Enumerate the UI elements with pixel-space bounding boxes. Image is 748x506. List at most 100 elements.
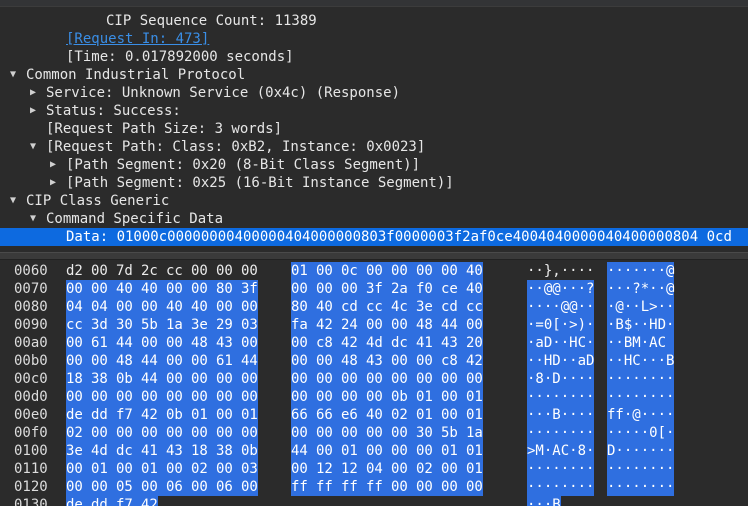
tree-row[interactable]: ▶ Service: Unknown Service (0x4c) (Respon… — [0, 84, 748, 102]
hex-byte[interactable]: 3f — [366, 280, 383, 298]
hex-byte[interactable]: 00 — [341, 424, 358, 442]
ascii-column[interactable]: ··HC···B — [607, 352, 675, 370]
ascii-column[interactable]: ··@@···? — [527, 280, 595, 298]
hex-byte[interactable]: 00 — [141, 388, 158, 406]
expand-down-icon[interactable]: ▼ — [28, 138, 38, 156]
hex-byte[interactable]: de — [66, 496, 83, 506]
hex-byte[interactable]: de — [66, 406, 83, 424]
tree-row[interactable]: [Request Path Size: 3 words] — [0, 120, 748, 138]
hex-byte[interactable]: 3d — [91, 316, 108, 334]
hex-byte[interactable]: 00 — [241, 478, 258, 496]
hex-byte[interactable]: 01 — [291, 262, 308, 280]
tree-row[interactable]: ▼ Command Specific Data — [0, 210, 748, 228]
hex-byte[interactable]: 00 — [391, 370, 408, 388]
hex-byte[interactable]: 00 — [216, 460, 233, 478]
hex-byte[interactable]: 12 — [341, 460, 358, 478]
hex-byte[interactable]: 18 — [191, 442, 208, 460]
hex-byte[interactable]: 00 — [166, 370, 183, 388]
hex-byte[interactable]: c8 — [441, 352, 458, 370]
hex-byte[interactable]: dc — [391, 334, 408, 352]
hex-byte[interactable]: 00 — [316, 370, 333, 388]
hex-byte[interactable]: 01 — [416, 388, 433, 406]
hex-byte[interactable]: 00 — [166, 388, 183, 406]
hex-byte[interactable]: ff — [341, 478, 358, 496]
hex-byte[interactable]: 04 — [66, 298, 83, 316]
hex-byte[interactable]: 4d — [366, 334, 383, 352]
hex-byte[interactable]: 00 — [116, 424, 133, 442]
hex-byte[interactable]: 00 — [291, 424, 308, 442]
hex-byte[interactable]: 43 — [216, 334, 233, 352]
hex-byte[interactable]: 00 — [391, 262, 408, 280]
hex-byte[interactable]: 48 — [341, 352, 358, 370]
hex-byte[interactable]: 5b — [141, 316, 158, 334]
hex-byte[interactable]: 43 — [166, 442, 183, 460]
tree-row[interactable]: [Time: 0.017892000 seconds] — [0, 48, 748, 66]
hex-byte[interactable]: 80 — [291, 298, 308, 316]
hex-byte[interactable]: 48 — [116, 352, 133, 370]
hex-byte[interactable]: 42 — [341, 334, 358, 352]
hex-byte[interactable]: 01 — [466, 442, 483, 460]
packet-bytes-pane[interactable]: 0060 d2 00 7d 2c cc 00 00 00 01 00 0c 00 00 00 00 40 ··},… — [0, 262, 748, 506]
hex-byte[interactable]: 00 — [216, 262, 233, 280]
hex-byte[interactable]: 00 — [441, 478, 458, 496]
ascii-column[interactable]: ·@··L>·· — [607, 298, 675, 316]
hex-byte[interactable]: 40 — [466, 262, 483, 280]
hex-byte[interactable]: 00 — [291, 370, 308, 388]
ascii-column[interactable]: D······· — [607, 442, 675, 460]
hex-byte[interactable]: 00 — [191, 262, 208, 280]
hex-byte[interactable]: 05 — [116, 478, 133, 496]
hex-byte[interactable]: cd — [341, 298, 358, 316]
hex-byte[interactable]: cc — [66, 316, 83, 334]
hex-byte[interactable]: 43 — [366, 352, 383, 370]
hex-byte[interactable]: 42 — [316, 316, 333, 334]
hex-byte[interactable]: 38 — [91, 370, 108, 388]
hex-byte[interactable]: 0b — [166, 406, 183, 424]
hex-byte[interactable]: 00 — [366, 316, 383, 334]
hex-byte[interactable]: 01 — [441, 442, 458, 460]
tree-row[interactable]: CIP Sequence Count: 11389 — [0, 12, 748, 30]
ascii-column[interactable]: >M·AC·8· — [527, 442, 595, 460]
hex-byte[interactable]: 1a — [166, 316, 183, 334]
hex-byte[interactable]: 00 — [441, 388, 458, 406]
ascii-column[interactable]: ········ — [607, 388, 675, 406]
hex-byte[interactable]: 00 — [416, 478, 433, 496]
ascii-column[interactable]: ········ — [607, 370, 675, 388]
hex-byte[interactable]: 01 — [241, 406, 258, 424]
hex-byte[interactable]: 18 — [66, 370, 83, 388]
expand-right-icon[interactable]: ▶ — [28, 102, 38, 120]
hex-byte[interactable]: f7 — [116, 406, 133, 424]
hex-byte[interactable]: 00 — [166, 424, 183, 442]
ascii-column[interactable]: ········ — [607, 460, 675, 478]
hex-byte[interactable]: 44 — [141, 370, 158, 388]
hex-row[interactable]: 00e0 de dd f7 42 0b 01 00 01 66 66 e6 40 02 01 00 01 ···B… — [0, 406, 748, 424]
hex-byte[interactable]: 00 — [141, 334, 158, 352]
hex-byte[interactable]: 00 — [316, 352, 333, 370]
hex-byte[interactable]: 00 — [66, 388, 83, 406]
hex-byte[interactable]: 00 — [91, 388, 108, 406]
tree-row[interactable]: ▼ CIP Class Generic — [0, 192, 748, 210]
hex-byte[interactable]: 01 — [191, 406, 208, 424]
hex-byte[interactable]: 00 — [241, 334, 258, 352]
hex-byte[interactable]: 00 — [291, 280, 308, 298]
hex-byte[interactable]: 01 — [466, 388, 483, 406]
hex-byte[interactable]: 3e — [191, 316, 208, 334]
hex-byte[interactable]: 00 — [91, 262, 108, 280]
hex-byte[interactable]: 00 — [66, 280, 83, 298]
expand-right-icon[interactable]: ▶ — [48, 156, 58, 174]
hex-byte[interactable]: 61 — [216, 352, 233, 370]
hex-row[interactable]: 00a0 00 61 44 00 00 48 43 00 00 c8 42 4d dc 41 43 20 ·aD·… — [0, 334, 748, 352]
hex-byte[interactable]: 00 — [141, 478, 158, 496]
hex-byte[interactable]: 61 — [91, 334, 108, 352]
hex-byte[interactable]: 06 — [216, 478, 233, 496]
hex-byte[interactable]: 00 — [441, 370, 458, 388]
hex-byte[interactable]: 01 — [466, 406, 483, 424]
hex-byte[interactable]: 00 — [166, 334, 183, 352]
hex-byte[interactable]: 00 — [141, 424, 158, 442]
hex-byte[interactable]: 00 — [391, 424, 408, 442]
hex-byte[interactable]: 4c — [391, 298, 408, 316]
expand-down-icon[interactable]: ▼ — [8, 192, 18, 210]
hex-byte[interactable]: 00 — [66, 460, 83, 478]
ascii-column[interactable]: ·······@ — [607, 262, 675, 280]
hex-byte[interactable]: 12 — [316, 460, 333, 478]
hex-byte[interactable]: 00 — [116, 298, 133, 316]
